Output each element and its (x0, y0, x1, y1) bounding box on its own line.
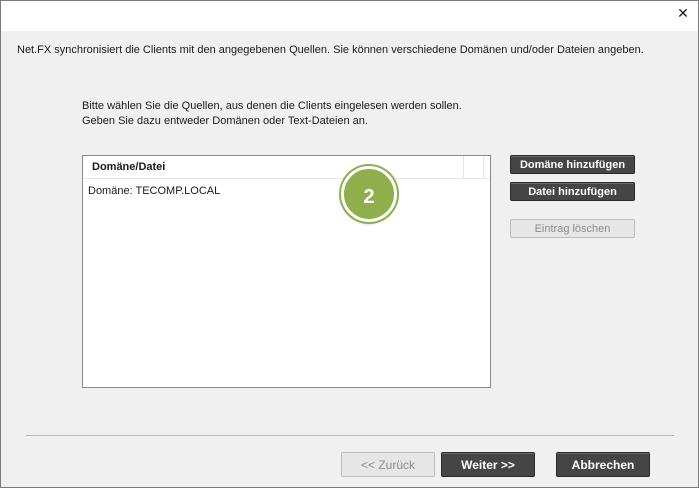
step-badge: 2 (341, 166, 397, 222)
title-bar: ✕ (1, 1, 698, 31)
footer-divider (26, 435, 674, 436)
add-file-button[interactable]: Datei hinzufügen (510, 182, 635, 201)
column-separator (463, 156, 464, 178)
delete-entry-button[interactable]: Eintrag löschen (510, 219, 635, 238)
column-header-domain-file[interactable]: Domäne/Datei (92, 161, 165, 173)
back-button[interactable]: << Zurück (341, 452, 435, 477)
sources-list[interactable]: Domäne/Datei Domäne: TECOMP.LOCAL (82, 155, 491, 388)
cancel-button[interactable]: Abbrechen (556, 452, 650, 477)
list-item[interactable]: Domäne: TECOMP.LOCAL (88, 185, 220, 197)
wizard-window: ✕ Net.FX synchronisiert die Clients mit … (0, 0, 699, 488)
instruction-text: Bitte wählen Sie die Quellen, aus denen … (82, 100, 462, 127)
column-separator (483, 156, 484, 178)
close-icon[interactable]: ✕ (668, 1, 698, 27)
next-button[interactable]: Weiter >> (441, 452, 535, 477)
intro-text: Net.FX synchronisiert die Clients mit de… (17, 44, 644, 56)
list-header: Domäne/Datei (83, 156, 490, 179)
add-domain-button[interactable]: Domäne hinzufügen (510, 155, 635, 174)
